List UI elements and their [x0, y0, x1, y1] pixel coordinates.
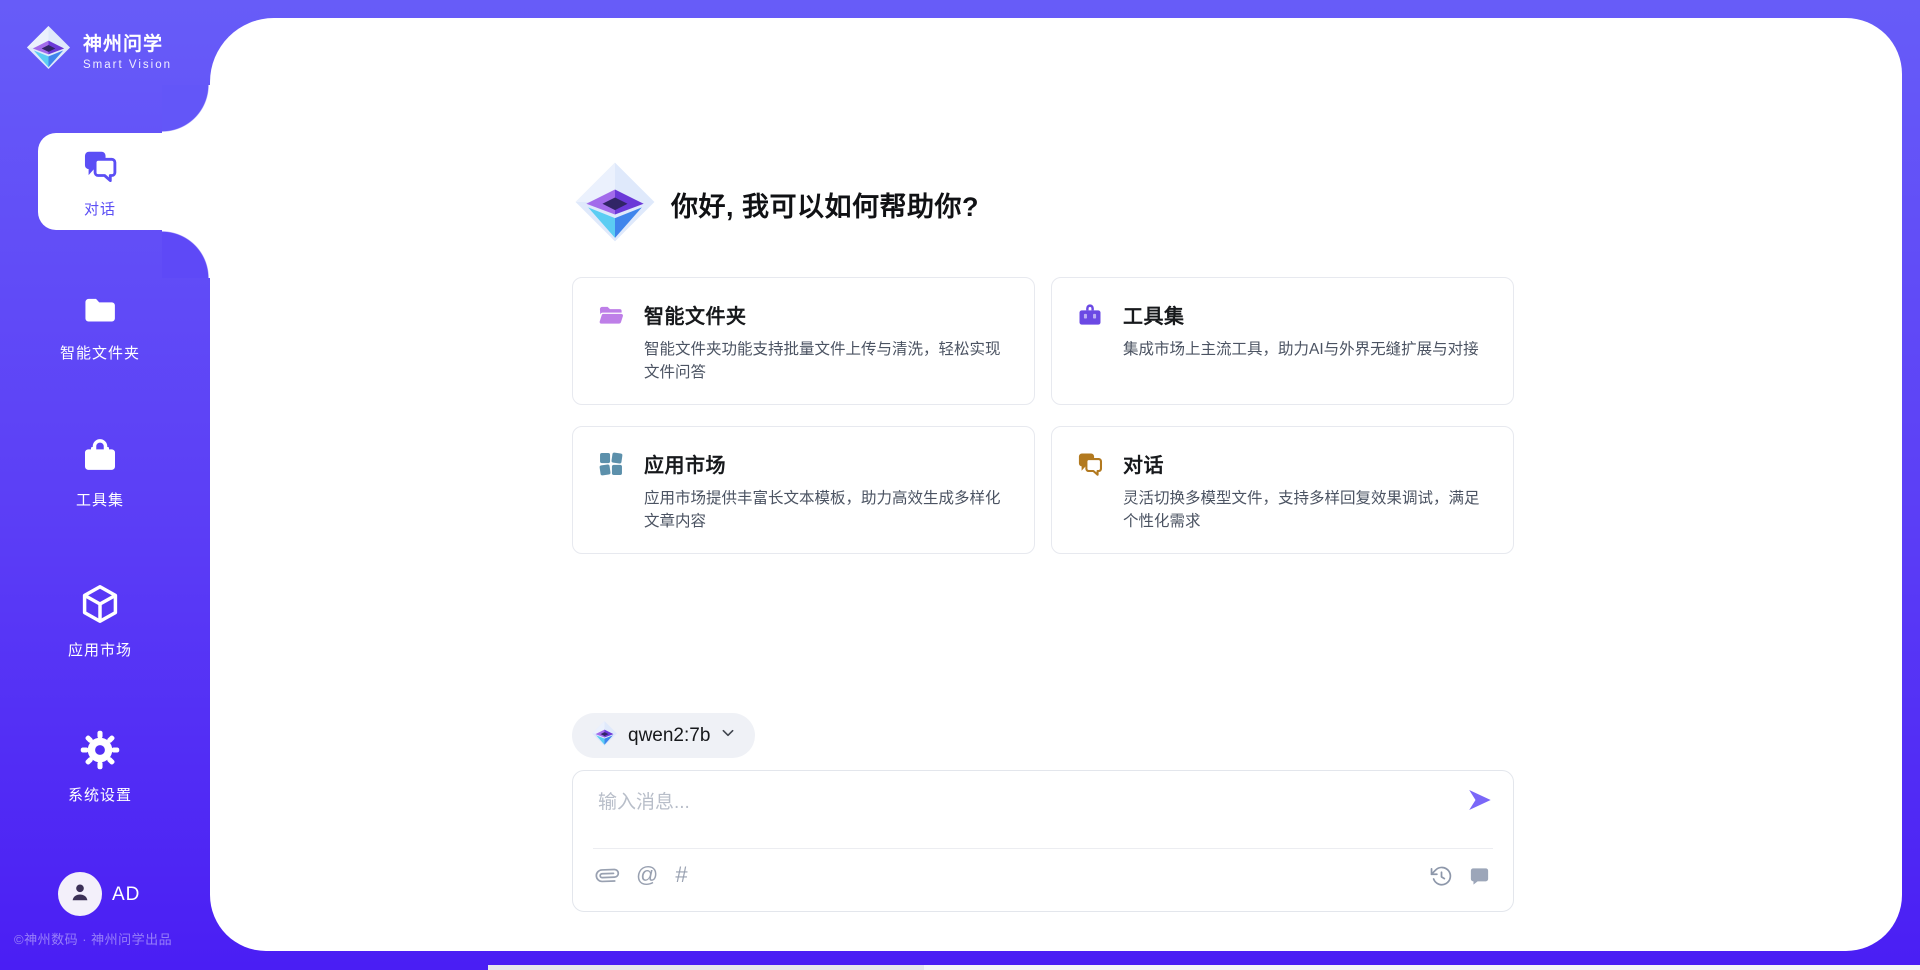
sidebar-item-label: 工具集: [76, 489, 124, 510]
sidebar-item-app-market[interactable]: 应用市场: [0, 582, 200, 660]
folder-open-icon: [597, 299, 625, 383]
sidebar-item-label: 系统设置: [68, 784, 132, 805]
briefcase-icon: [80, 436, 120, 481]
horizontal-scrollbar-track[interactable]: [924, 965, 1920, 970]
card-app-market[interactable]: 应用市场 应用市场提供丰富长文本模板，助力高效生成多样化文章内容: [572, 426, 1035, 554]
gear-icon: [79, 729, 121, 776]
folder-icon: [80, 291, 120, 334]
comment-icon[interactable]: [1468, 865, 1491, 893]
greeting-diamond-logo-icon: [572, 159, 658, 250]
model-diamond-logo-icon: [591, 720, 618, 752]
chevron-down-icon: [720, 725, 736, 746]
brand: 神州问学 Smart Vision: [25, 24, 172, 76]
sidebar-item-chat[interactable]: 对话: [0, 147, 200, 219]
card-title: 对话: [1123, 449, 1489, 478]
person-icon: [67, 879, 93, 910]
card-description: 应用市场提供丰富长文本模板，助力高效生成多样化文章内容: [644, 487, 1010, 533]
briefcase-icon: [1076, 299, 1104, 383]
sidebar-item-toolset[interactable]: 工具集: [0, 436, 200, 510]
brand-diamond-logo-icon: [25, 24, 72, 76]
card-toolset[interactable]: 工具集 集成市场上主流工具，助力AI与外界无缝扩展与对接: [1051, 277, 1514, 405]
card-title: 工具集: [1123, 300, 1479, 329]
card-title: 应用市场: [644, 449, 1010, 478]
app-subtitle: Smart Vision: [83, 59, 172, 71]
message-composer[interactable]: 输入消息... @ #: [572, 770, 1514, 912]
sidebar-item-settings[interactable]: 系统设置: [0, 729, 200, 805]
model-selector[interactable]: qwen2:7b: [572, 713, 755, 758]
hash-icon[interactable]: #: [675, 863, 687, 887]
user-name[interactable]: AD: [112, 884, 140, 906]
sidebar-item-label: 应用市场: [68, 639, 132, 660]
horizontal-scrollbar-thumb[interactable]: [488, 965, 924, 970]
grid-icon: [597, 448, 625, 532]
user-avatar[interactable]: [58, 872, 102, 916]
greeting-text: 你好, 我可以如何帮助你?: [671, 185, 979, 224]
model-name: qwen2:7b: [628, 725, 710, 747]
composer-divider: [593, 848, 1493, 849]
greeting: 你好, 我可以如何帮助你?: [572, 161, 979, 247]
chat-bubbles-icon: [1076, 448, 1104, 532]
paperclip-icon[interactable]: [591, 859, 624, 892]
sidebar-item-label: 智能文件夹: [60, 342, 140, 363]
feature-cards: 智能文件夹 智能文件夹功能支持批量文件上传与清洗，轻松实现文件问答 工具集 集成…: [572, 277, 1514, 554]
chat-bubbles-icon: [80, 147, 120, 190]
send-icon[interactable]: [1465, 786, 1493, 814]
sidebar-footer: ©神州数码 · 神州问学出品: [14, 929, 204, 948]
history-icon[interactable]: [1430, 865, 1453, 893]
message-input[interactable]: 输入消息...: [598, 787, 690, 814]
card-smart-folder[interactable]: 智能文件夹 智能文件夹功能支持批量文件上传与清洗，轻松实现文件问答: [572, 277, 1035, 405]
card-title: 智能文件夹: [644, 300, 1010, 329]
card-description: 集成市场上主流工具，助力AI与外界无缝扩展与对接: [1123, 338, 1479, 361]
card-description: 智能文件夹功能支持批量文件上传与清洗，轻松实现文件问答: [644, 338, 1010, 384]
card-description: 灵活切换多模型文件，支持多样回复效果调试，满足个性化需求: [1123, 487, 1489, 533]
cube-icon: [78, 582, 122, 631]
sidebar-item-label: 对话: [84, 198, 116, 219]
sidebar-item-smart-folder[interactable]: 智能文件夹: [0, 291, 200, 363]
at-sign-icon[interactable]: @: [636, 863, 658, 887]
card-chat[interactable]: 对话 灵活切换多模型文件，支持多样回复效果调试，满足个性化需求: [1051, 426, 1514, 554]
app-title: 神州问学: [83, 29, 172, 56]
sidebar: 神州问学 Smart Vision 对话 智能文件夹: [0, 0, 210, 970]
